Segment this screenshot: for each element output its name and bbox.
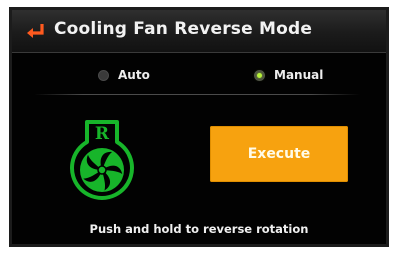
page-title: Cooling Fan Reverse Mode <box>54 19 313 39</box>
manual-radio-indicator[interactable] <box>254 69 265 81</box>
reverse-fan-icon: R <box>70 120 134 200</box>
manual-mode-radio[interactable]: Manual <box>254 68 323 82</box>
instruction-text: Push and hold to reverse rotation <box>89 222 309 236</box>
manual-mode-label: Manual <box>274 68 324 82</box>
auto-mode-label: Auto <box>118 68 150 82</box>
divider <box>34 94 360 95</box>
execute-button[interactable]: Execute <box>210 126 348 182</box>
auto-mode-radio[interactable]: Auto <box>98 68 150 82</box>
fan-badge-letter: R <box>95 124 110 144</box>
title-bar: Cooling Fan Reverse Mode <box>12 10 386 53</box>
auto-radio-indicator[interactable] <box>98 69 109 81</box>
reverse-mode-panel: Cooling Fan Reverse Mode Auto Manual R E… <box>9 7 389 247</box>
back-arrow-icon[interactable] <box>25 20 47 42</box>
